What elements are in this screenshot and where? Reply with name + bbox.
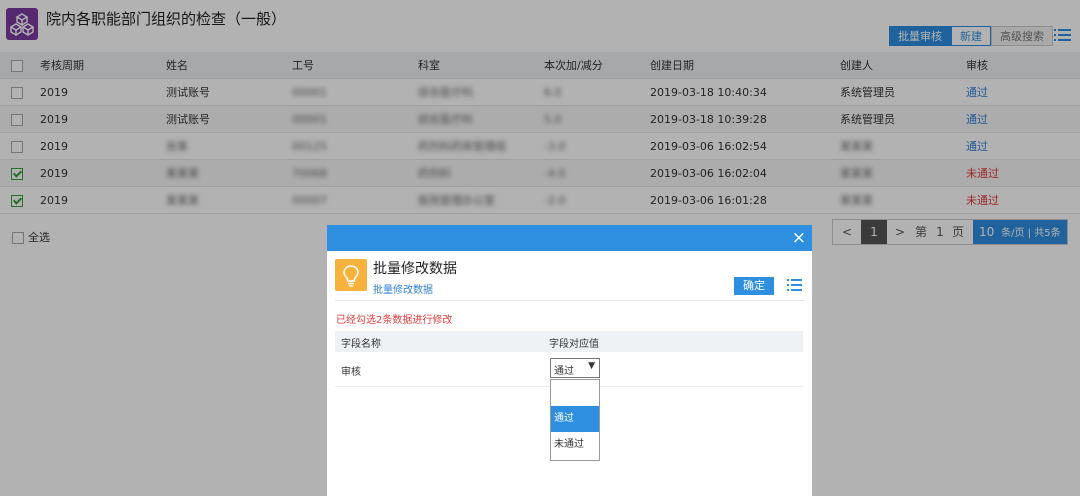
- audit-select-value: 通过: [554, 366, 574, 377]
- caret-down-icon: ▼: [588, 361, 595, 371]
- dialog-subtitle[interactable]: 批量修改数据: [373, 281, 433, 296]
- field-value-header: 字段对应值: [549, 339, 599, 350]
- dialog-title-bar: ×: [327, 225, 812, 251]
- close-icon[interactable]: ×: [792, 227, 806, 249]
- field-table-header: 字段名称 字段对应值: [335, 331, 803, 352]
- dialog-list-icon[interactable]: [787, 279, 802, 292]
- selection-note: 已经勾选2条数据进行修改: [336, 315, 453, 326]
- audit-select[interactable]: 通过 ▼: [550, 358, 600, 378]
- field-label-audit: 审核: [341, 367, 361, 378]
- dropdown-option-pass[interactable]: 通过: [551, 406, 599, 432]
- field-name-header: 字段名称: [341, 339, 381, 350]
- divider: [335, 300, 804, 301]
- confirm-button[interactable]: 确定: [734, 277, 774, 295]
- batch-edit-dialog: × 批量修改数据 批量修改数据 确定 已经勾选2条数据进行修改 字段名称 字段对…: [327, 225, 812, 496]
- dropdown-option-empty[interactable]: [551, 380, 599, 406]
- lightbulb-icon: [335, 259, 367, 291]
- dialog-title: 批量修改数据: [373, 261, 457, 277]
- audit-dropdown: 通过 未通过: [550, 379, 600, 461]
- dropdown-option-fail[interactable]: 未通过: [551, 432, 599, 458]
